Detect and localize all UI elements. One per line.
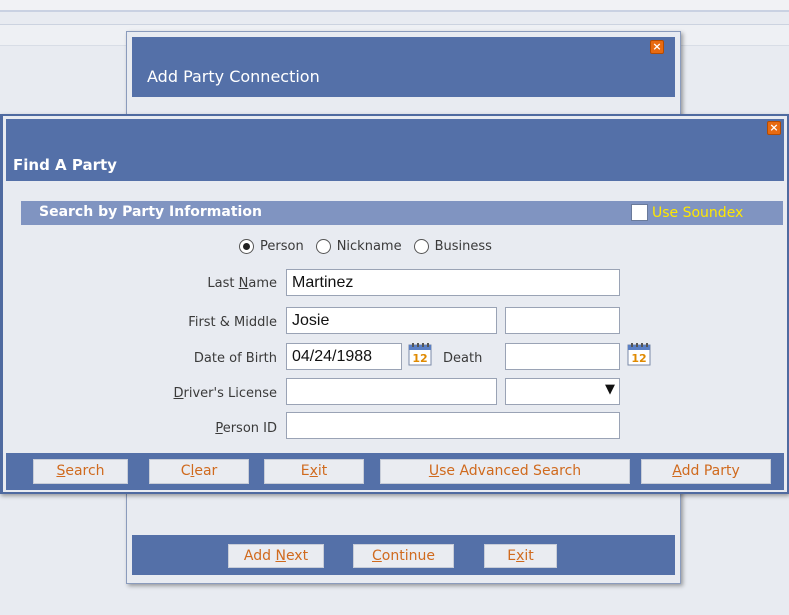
use-soundex-checkbox[interactable] — [631, 204, 648, 221]
radio-button[interactable] — [413, 239, 429, 254]
close-icon[interactable]: × — [650, 40, 664, 54]
section-title: Search by Party Information — [39, 204, 262, 220]
dialog-footer: Add Next Continue Exit — [132, 535, 675, 575]
continue-button[interactable]: Continue — [353, 544, 454, 568]
advanced-search-button[interactable]: Use Advanced Search — [380, 459, 630, 484]
radio-label: Nickname — [336, 239, 402, 254]
last-name-label: Last Name — [207, 276, 277, 291]
add-party-label: Add Party — [672, 463, 740, 479]
calendar-icon-text: 12 — [631, 352, 646, 365]
search-label: Search — [56, 463, 105, 479]
use-soundex-label: Use Soundex — [652, 204, 744, 221]
find-a-party-dialog: Find A Party × Search by Party Informati… — [0, 114, 789, 494]
death-date-field[interactable] — [505, 343, 620, 370]
middle-name-field[interactable] — [505, 307, 620, 334]
exit-button[interactable]: Exit — [484, 544, 557, 568]
drivers-license-field[interactable] — [286, 378, 497, 405]
radio-business[interactable]: Business — [413, 239, 492, 254]
party-type-radio-group: Person Nickname Business — [239, 239, 504, 254]
first-middle-label: First & Middle — [188, 315, 277, 330]
calendar-icon[interactable]: 12 — [627, 342, 651, 366]
use-soundex-option[interactable]: Use Soundex — [631, 204, 743, 221]
death-label: Death — [443, 351, 483, 366]
drivers-license-state-select[interactable]: ▼ — [505, 378, 620, 405]
exit-label: Exit — [300, 463, 328, 479]
advanced-search-label: Use Advanced Search — [428, 463, 582, 479]
radio-label: Business — [434, 239, 492, 254]
add-party-button[interactable]: Add Party — [641, 459, 771, 484]
drivers-license-label: Driver's License — [173, 386, 278, 401]
person-id-field[interactable] — [286, 412, 620, 439]
clear-button[interactable]: Clear — [149, 459, 249, 484]
continue-label: Continue — [372, 548, 435, 564]
find-party-button-bar: Search Clear Exit Use Advanced Search Ad… — [6, 453, 784, 490]
dialog-title: Add Party Connection — [147, 67, 320, 86]
search-button[interactable]: Search — [33, 459, 128, 484]
radio-button-checked[interactable] — [239, 239, 254, 254]
clear-label: Clear — [180, 463, 218, 479]
radio-label: Person — [260, 239, 304, 254]
first-name-field[interactable]: Josie — [286, 307, 497, 334]
dialog-titlebar: Find A Party — [6, 119, 784, 181]
calendar-icon-text: 12 — [412, 352, 427, 365]
close-icon[interactable]: × — [767, 121, 781, 135]
add-next-button[interactable]: Add Next — [228, 544, 324, 568]
dialog-title: Find A Party — [13, 156, 117, 174]
person-id-label: Person ID — [215, 421, 277, 436]
app-header-strip — [0, 0, 789, 12]
dialog-titlebar: Add Party Connection — [132, 37, 675, 97]
radio-button[interactable] — [315, 239, 331, 254]
date-of-birth-label: Date of Birth — [193, 351, 277, 366]
add-next-label: Add Next — [243, 548, 309, 564]
exit-label: Exit — [507, 548, 534, 564]
radio-person[interactable]: Person — [239, 239, 304, 254]
section-header: Search by Party Information Use Soundex — [21, 201, 783, 225]
date-of-birth-field[interactable]: 04/24/1988 — [286, 343, 402, 370]
last-name-field[interactable]: Martinez — [286, 269, 620, 296]
dropdown-arrow-icon: ▼ — [605, 382, 615, 397]
calendar-icon[interactable]: 12 — [408, 342, 432, 366]
exit-button[interactable]: Exit — [264, 459, 364, 484]
radio-nickname[interactable]: Nickname — [315, 239, 402, 254]
